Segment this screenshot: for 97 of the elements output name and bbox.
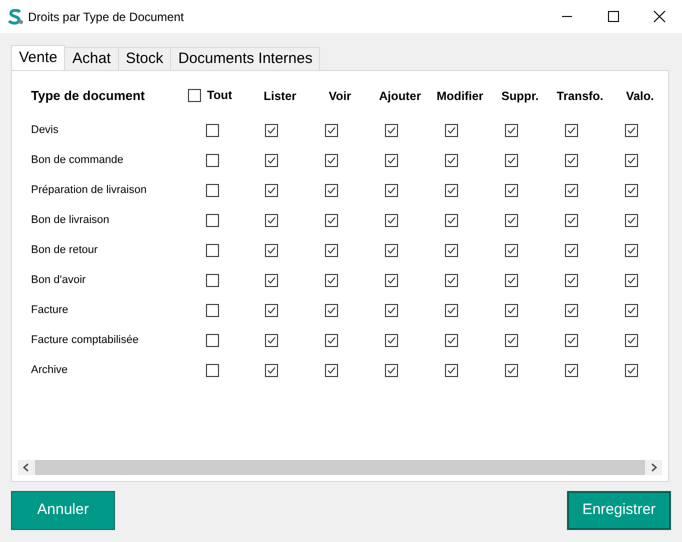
checkbox[interactable] [324,184,338,196]
checkbox[interactable] [564,334,578,346]
checkbox[interactable] [504,124,518,136]
checkbox[interactable] [504,274,518,286]
checkbox[interactable] [206,304,218,316]
checkbox[interactable] [264,184,278,196]
checkbox[interactable] [264,124,278,136]
checkbox[interactable] [324,304,338,316]
checkbox[interactable] [324,244,338,256]
checkbox[interactable] [206,154,218,166]
checkbox[interactable] [384,184,398,196]
checkbox[interactable] [504,154,518,166]
checkbox[interactable] [624,274,638,286]
checkbox[interactable] [444,154,458,166]
checkbox[interactable] [564,304,578,316]
checkbox[interactable] [564,184,578,196]
window-title: Droits par Type de Document [28,8,184,26]
column-header: Valo. [626,88,654,105]
checkbox[interactable] [444,334,458,346]
column-header: Lister [264,88,296,105]
checkbox[interactable] [206,364,218,376]
row-label: Bon de commande [31,152,124,168]
checkbox[interactable] [264,214,278,226]
checkbox[interactable] [264,244,278,256]
checkbox[interactable] [444,364,458,376]
checkbox[interactable] [504,214,518,226]
checkbox[interactable] [264,334,278,346]
checkbox[interactable] [264,304,278,316]
checkbox[interactable] [504,334,518,346]
checkbox[interactable] [206,184,218,196]
column-header: Ajouter [379,88,421,105]
checkbox[interactable] [624,214,638,226]
checkbox[interactable] [624,334,638,346]
checkbox[interactable] [384,244,398,256]
app-logo-icon [7,8,23,24]
row-label: Devis [31,122,60,138]
checkbox[interactable] [188,88,201,102]
row-label: Bon de livraison [31,212,110,228]
checkbox[interactable] [444,244,458,256]
tab[interactable]: Vente [11,45,66,71]
checkbox[interactable] [444,184,458,196]
checkbox[interactable] [324,274,338,286]
column-header: Modifier [436,88,484,105]
checkbox[interactable] [564,274,578,286]
checkbox[interactable] [324,124,338,136]
checkbox[interactable] [384,364,398,376]
checkbox[interactable] [564,364,578,376]
checkbox[interactable] [624,244,638,256]
checkbox[interactable] [384,124,398,136]
checkbox[interactable] [504,184,518,196]
column-header: Suppr. [501,88,539,105]
checkbox[interactable] [324,214,338,226]
checkbox[interactable] [504,244,518,256]
row-label: Archive [31,362,69,378]
checkbox[interactable] [564,154,578,166]
checkbox[interactable] [206,274,218,286]
checkbox[interactable] [564,214,578,226]
checkbox[interactable] [384,274,398,286]
row-label: Bon d'avoir [31,272,87,288]
checkbox[interactable] [504,304,518,316]
row-label: Bon de retour [31,242,99,258]
checkbox[interactable] [384,304,398,316]
tab[interactable]: Documents Internes [170,47,320,70]
checkbox[interactable] [564,124,578,136]
checkbox[interactable] [564,244,578,256]
column-header: Voir [328,88,352,105]
row-label: Facture [31,302,70,318]
checkbox[interactable] [624,154,638,166]
checkbox[interactable] [264,364,278,376]
checkbox[interactable] [384,214,398,226]
checkbox[interactable] [206,124,218,136]
row-label: Préparation de livraison [31,182,148,198]
checkbox[interactable] [324,334,338,346]
checkbox[interactable] [504,364,518,376]
row-label: Facture comptabilisée [31,332,140,348]
checkbox[interactable] [624,304,638,316]
cancel-button[interactable]: Annuler [11,491,115,530]
save-button[interactable]: Enregistrer [567,491,671,530]
checkbox[interactable] [324,154,338,166]
checkbox[interactable] [444,214,458,226]
checkbox[interactable] [206,334,218,346]
checkbox[interactable] [206,244,218,256]
checkbox[interactable] [264,274,278,286]
checkbox[interactable] [384,154,398,166]
checkbox[interactable] [444,304,458,316]
checkbox[interactable] [444,274,458,286]
checkbox[interactable] [264,154,278,166]
column-header: Type de document [31,87,146,106]
checkbox[interactable] [624,184,638,196]
checkbox[interactable] [384,334,398,346]
column-header: Transfo. [556,88,604,105]
checkbox[interactable] [324,364,338,376]
checkbox[interactable] [624,364,638,376]
checkbox-label: Tout [207,87,232,104]
checkbox[interactable] [444,124,458,136]
checkbox[interactable] [206,214,218,226]
checkbox[interactable] [624,124,638,136]
